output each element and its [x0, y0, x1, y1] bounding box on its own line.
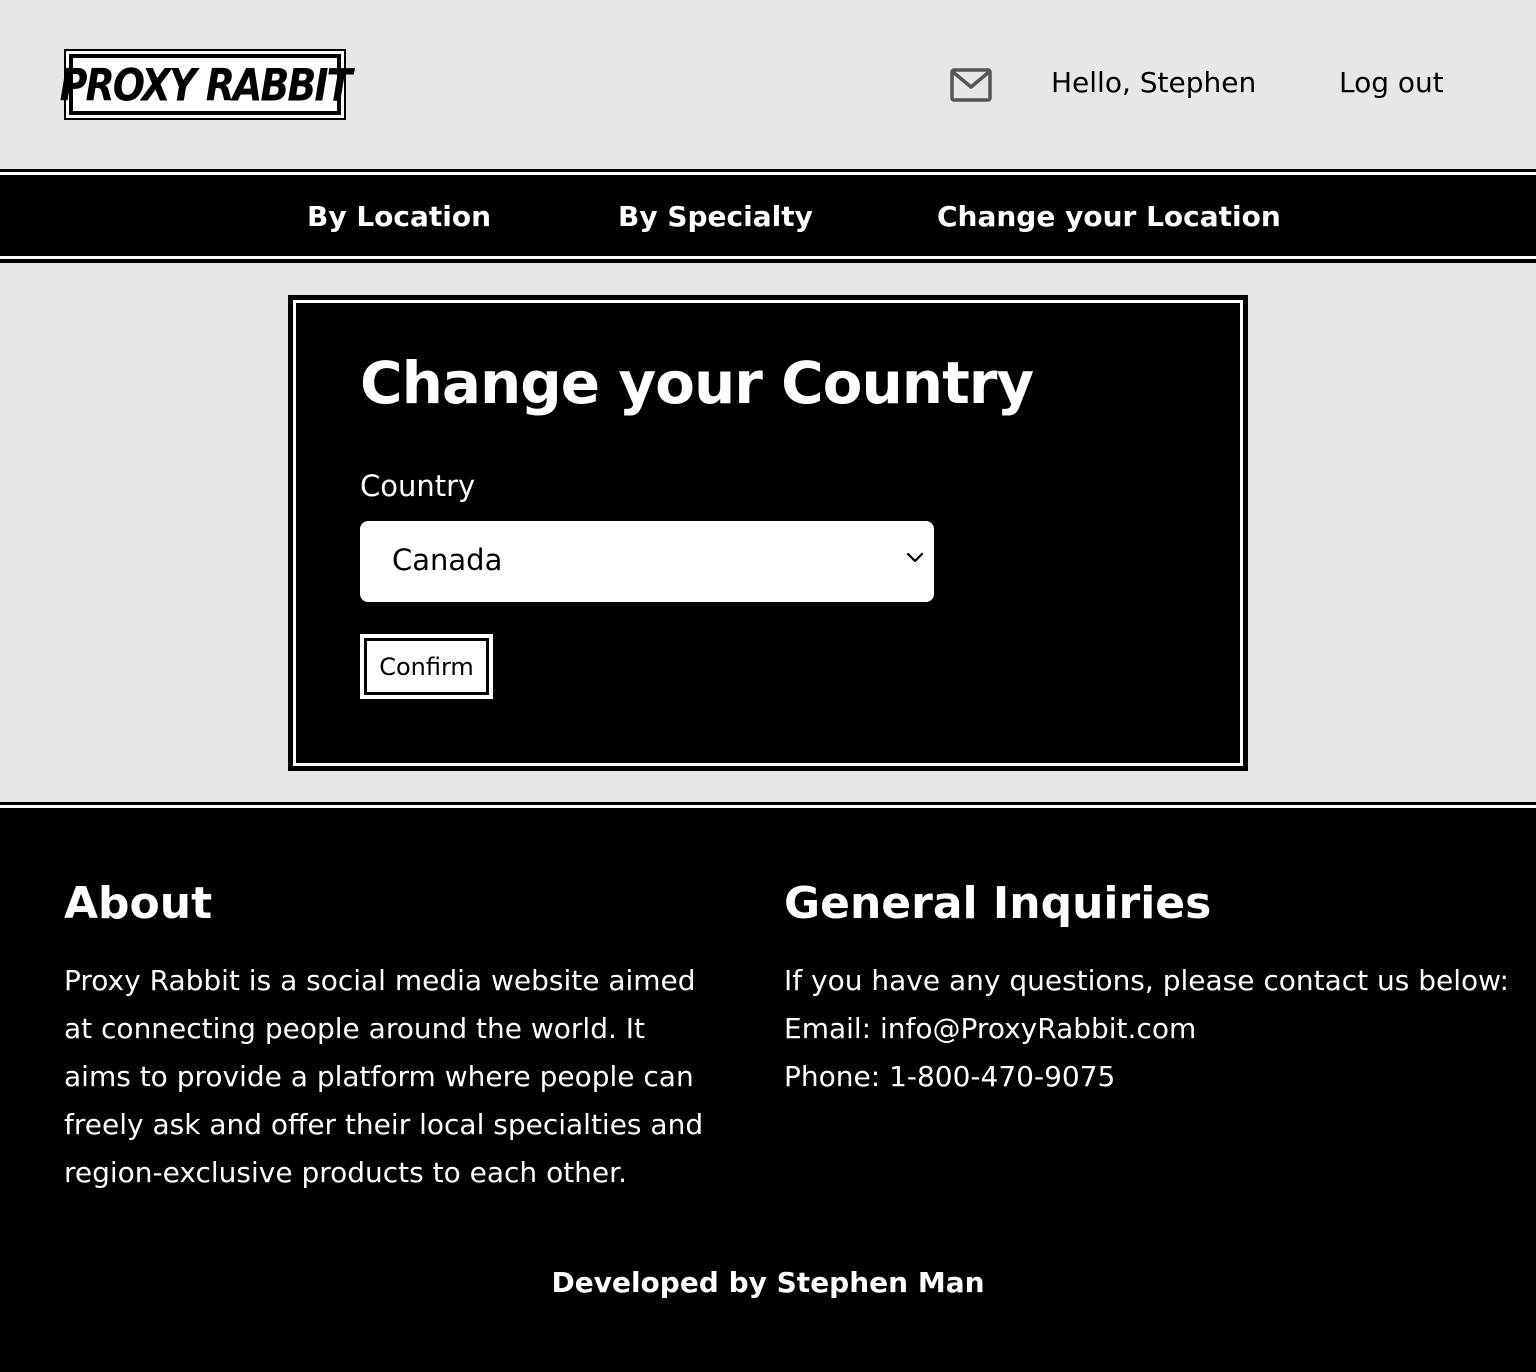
- envelope-icon[interactable]: [950, 68, 992, 102]
- main-nav: By Location By Specialty Change your Loc…: [0, 169, 1536, 263]
- nav-divider-top: [0, 172, 1536, 175]
- about-text: Proxy Rabbit is a social media website a…: [64, 964, 704, 1189]
- site-footer: About Proxy Rabbit is a social media web…: [0, 802, 1536, 1372]
- country-select-value: Canada: [392, 543, 503, 577]
- logo-text: PROXY RABBIT: [59, 58, 353, 111]
- inquiries-heading: General Inquiries: [784, 878, 1212, 929]
- site-header: PROXY RABBIT Hello, Stephen Log out: [0, 0, 1536, 170]
- change-country-card: Change your Country Country Canada Confi…: [288, 295, 1248, 771]
- inquiries-intro: If you have any questions, please contac…: [784, 964, 1509, 997]
- user-greeting: Hello, Stephen: [1051, 66, 1257, 99]
- site-logo[interactable]: PROXY RABBIT: [60, 49, 352, 120]
- confirm-button[interactable]: Confirm: [360, 634, 493, 699]
- developer-credit: Developed by Stephen Man: [551, 1266, 985, 1299]
- country-label: Country: [360, 469, 476, 503]
- contact-phone: Phone: 1-800-470-9075: [784, 1060, 1116, 1093]
- chevron-down-icon: [906, 552, 924, 563]
- nav-item-by-specialty[interactable]: By Specialty: [618, 200, 813, 233]
- about-heading: About: [64, 878, 213, 929]
- nav-item-by-location[interactable]: By Location: [307, 200, 491, 233]
- page-title: Change your Country: [360, 349, 1034, 417]
- confirm-button-label: Confirm: [364, 638, 489, 695]
- nav-divider-bottom: [0, 256, 1536, 259]
- logout-link[interactable]: Log out: [1339, 66, 1444, 99]
- country-select[interactable]: Canada: [360, 521, 934, 602]
- footer-divider: [0, 805, 1536, 808]
- contact-email[interactable]: Email: info@ProxyRabbit.com: [784, 1012, 1196, 1045]
- nav-item-change-location[interactable]: Change your Location: [937, 200, 1281, 233]
- logo-frame: PROXY RABBIT: [60, 54, 352, 115]
